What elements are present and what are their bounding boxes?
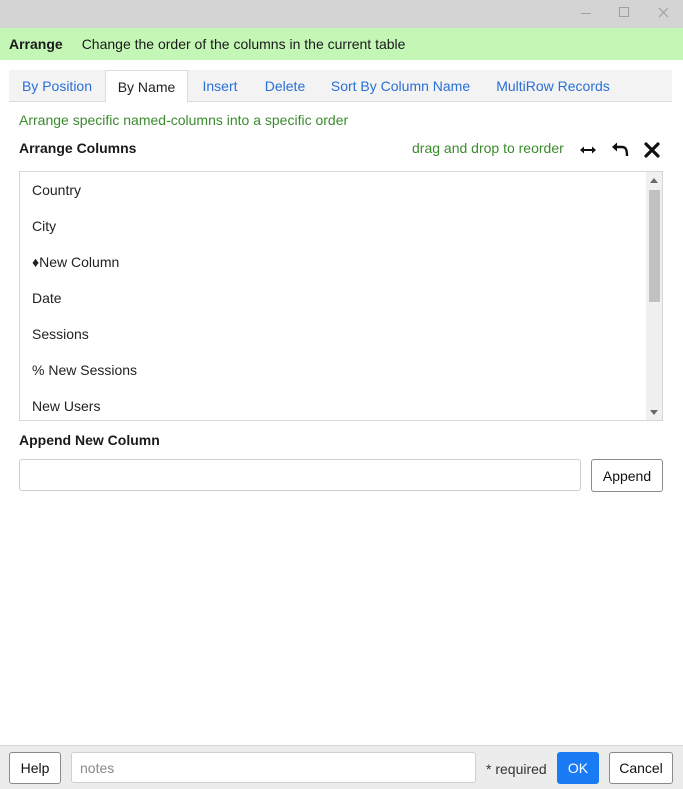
undo-icon[interactable] [608,139,632,161]
maximize-icon[interactable] [604,0,644,24]
append-button[interactable]: Append [591,459,663,492]
expand-width-icon[interactable] [576,139,600,161]
list-item[interactable]: Date [32,288,62,308]
panel-subtitle: Arrange specific named-columns into a sp… [19,112,349,128]
arrange-columns-label: Arrange Columns [19,140,137,156]
list-item[interactable]: New Users [32,396,100,416]
clear-icon[interactable] [640,139,664,161]
dialog-footer: Help * required OK Cancel [0,745,683,789]
help-button[interactable]: Help [9,752,61,784]
append-column-label: Append New Column [19,432,160,448]
scroll-down-icon[interactable] [646,404,662,420]
list-item[interactable]: % New Sessions [32,360,137,380]
tab-by-position[interactable]: By Position [9,70,105,102]
notes-input[interactable] [71,752,476,783]
header-banner: Arrange Change the order of the columns … [0,28,683,60]
dialog-description: Change the order of the columns in the c… [81,36,406,52]
list-item[interactable]: City [32,216,56,236]
close-icon[interactable] [643,0,683,24]
ok-button[interactable]: OK [557,752,599,784]
list-item[interactable]: Sessions [32,324,89,344]
tab-by-name[interactable]: By Name [105,70,188,103]
scroll-thumb[interactable] [649,190,660,302]
dialog-title: Arrange [9,36,63,52]
tab-delete[interactable]: Delete [251,70,319,102]
minimize-icon[interactable] [566,0,606,24]
scroll-up-icon[interactable] [646,172,662,188]
list-item[interactable]: Country [32,180,81,200]
list-item[interactable]: ♦New Column [32,252,119,272]
columns-listbox[interactable]: Country City ♦New Column Date Sessions %… [19,171,663,421]
window-titlebar [0,0,683,28]
list-scrollbar[interactable] [646,172,662,420]
tab-bar: By Position By Name Insert Delete Sort B… [9,70,672,103]
append-column-input[interactable] [19,459,581,491]
tab-multirow-records[interactable]: MultiRow Records [482,70,624,102]
cancel-button[interactable]: Cancel [609,752,673,784]
tab-insert[interactable]: Insert [189,70,251,102]
drag-hint: drag and drop to reorder [412,140,564,156]
tab-sort-by-column-name[interactable]: Sort By Column Name [319,70,482,102]
required-note: * required [486,761,547,777]
